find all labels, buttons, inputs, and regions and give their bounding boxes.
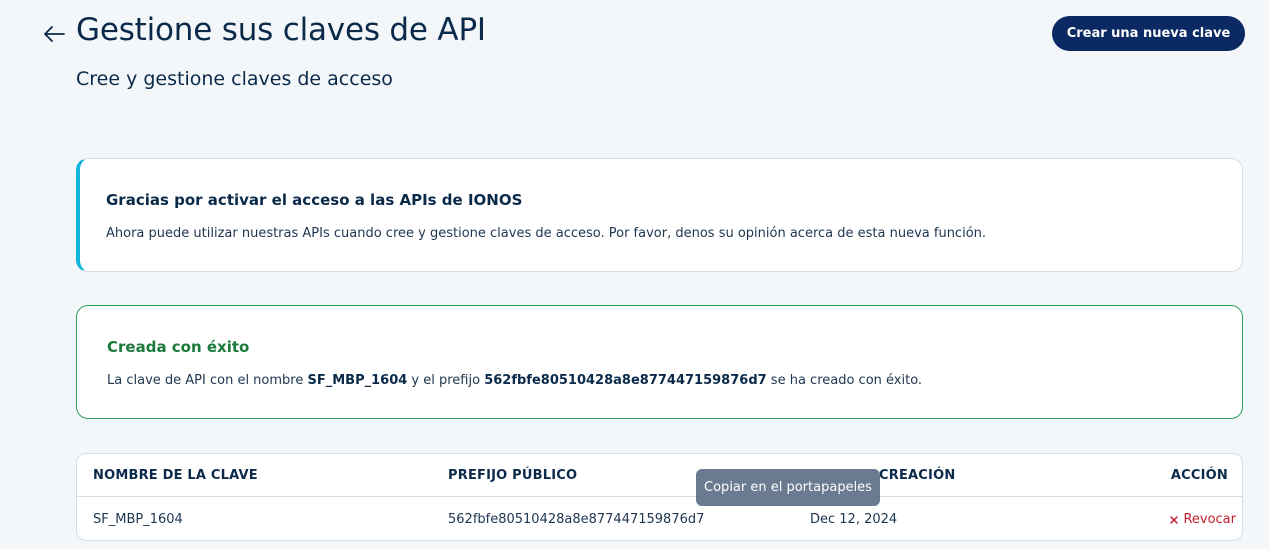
success-text-middle: y el prefijo xyxy=(407,373,485,388)
info-banner-title: Gracias por activar el acceso a las APIs… xyxy=(106,191,523,209)
key-name-cell: SF_MBP_1604 xyxy=(93,512,183,527)
column-header-created[interactable]: CREACIÓN xyxy=(879,468,955,483)
success-text-after: se ha creado con éxito. xyxy=(766,373,923,388)
success-key-prefix: 562fbfe80510428a8e877447159876d7 xyxy=(484,373,767,388)
column-header-name[interactable]: NOMBRE DE LA CLAVE xyxy=(93,468,258,483)
info-banner-text: Ahora puede utilizar nuestras APIs cuand… xyxy=(106,226,987,241)
table-header: NOMBRE DE LA CLAVE PREFIJO PÚBLICO CREAC… xyxy=(77,454,1242,497)
revoke-label: Revocar xyxy=(1183,512,1236,527)
column-header-action: ACCIÓN xyxy=(1170,468,1228,483)
revoke-button[interactable]: Revocar xyxy=(1169,512,1236,527)
info-banner: Gracias por activar el acceso a las APIs… xyxy=(76,158,1243,272)
page-subtitle: Cree y gestione claves de acceso xyxy=(76,68,393,90)
success-banner-text: La clave de API con el nombre SF_MBP_160… xyxy=(107,373,922,388)
create-key-button[interactable]: Crear una nueva clave xyxy=(1052,16,1245,51)
success-key-name: SF_MBP_1604 xyxy=(307,373,408,388)
page-title: Gestione sus claves de API xyxy=(76,12,486,48)
key-created-cell: Dec 12, 2024 xyxy=(810,512,898,527)
back-arrow-icon[interactable] xyxy=(40,20,68,48)
success-text-before: La clave de API con el nombre xyxy=(107,373,308,388)
key-prefix-cell[interactable]: 562fbfe80510428a8e877447159876d7 xyxy=(448,512,704,527)
success-banner-title: Creada con éxito xyxy=(107,338,250,356)
close-icon xyxy=(1170,515,1179,524)
column-header-prefix[interactable]: PREFIJO PÚBLICO xyxy=(448,468,577,483)
success-banner: Creada con éxito La clave de API con el … xyxy=(76,305,1243,419)
copy-tooltip: Copiar en el portapapeles xyxy=(696,469,880,506)
api-keys-table: NOMBRE DE LA CLAVE PREFIJO PÚBLICO CREAC… xyxy=(76,453,1243,541)
